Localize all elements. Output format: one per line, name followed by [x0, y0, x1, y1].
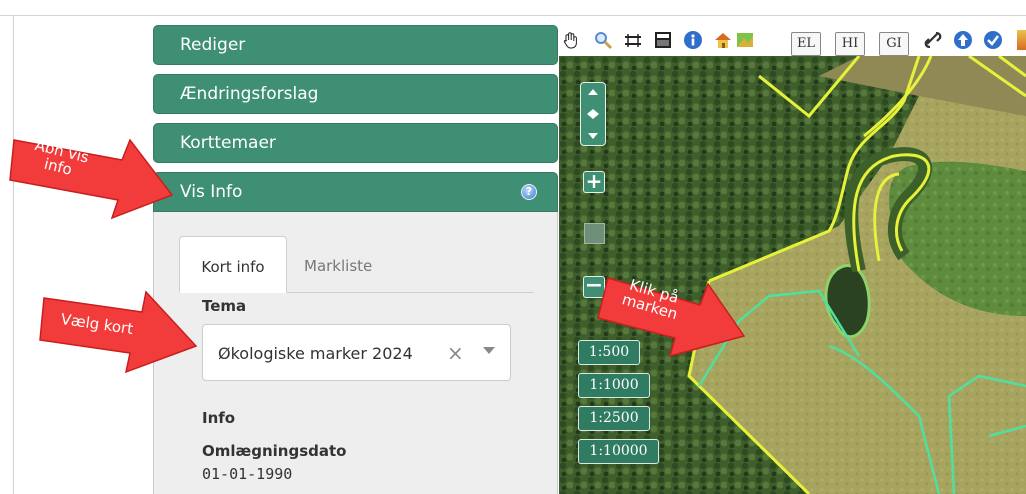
annotation-layer	[9, 138, 746, 374]
